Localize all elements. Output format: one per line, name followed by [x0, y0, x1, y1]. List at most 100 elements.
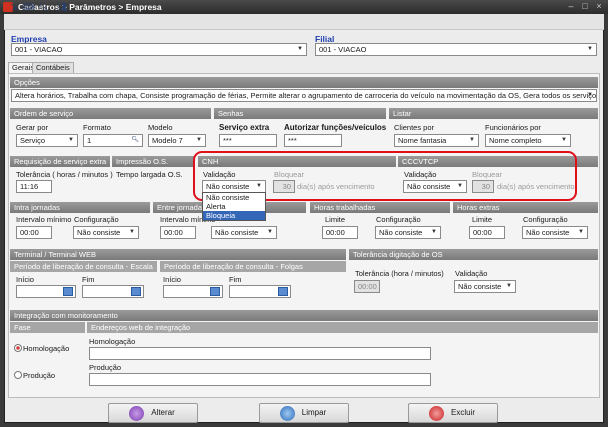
maximize-icon[interactable]: □ — [580, 2, 590, 11]
gerar-select[interactable]: Serviço ▼ — [16, 134, 78, 147]
chevron-down-icon: ▼ — [587, 92, 593, 98]
chevron-down-icon: ▼ — [431, 229, 437, 235]
horas-extras-limite-field[interactable]: 00:00 — [469, 226, 505, 239]
empresa-select[interactable]: 001 - VIACAO ▼ — [11, 43, 307, 56]
chevron-down-icon: ▼ — [587, 46, 593, 52]
intra-intervalo-label: Intervalo mínimo — [16, 215, 72, 224]
clientes-label: Clientes por — [394, 123, 435, 132]
fase-header: Fase — [10, 322, 85, 333]
minimize-icon[interactable]: – — [566, 2, 576, 11]
listar-header: Listar — [389, 108, 598, 119]
opcoes-header: Opções — [10, 77, 598, 88]
modelo-select[interactable]: Modelo 7 ▼ — [148, 134, 206, 147]
gerar-label: Gerar por — [16, 123, 49, 132]
opcoes-select[interactable]: Altera horários, Trabalha com chapa, Con… — [11, 89, 597, 102]
escala-fim-label: Fim — [82, 275, 95, 284]
requisicao-header: Requisição de serviço extra — [10, 156, 110, 167]
folgas-header: Período de liberação de consulta - Folga… — [160, 261, 346, 272]
producao-url-field[interactable] — [89, 373, 431, 386]
servico-extra-password[interactable]: *** — [219, 134, 277, 147]
tempo-largada-label: Tempo largada O.S. — [116, 170, 183, 179]
impressao-header: Impressão O.S. — [112, 156, 194, 167]
escala-inicio-field[interactable] — [16, 285, 76, 298]
horas-extras-config-label: Configuração — [523, 215, 568, 224]
funcionarios-select[interactable]: Nome completo ▼ — [485, 134, 571, 147]
chevron-down-icon: ▼ — [561, 137, 567, 143]
close-icon[interactable]: × — [594, 2, 604, 11]
tol-os-validacao-select[interactable]: Não consiste ▼ — [454, 280, 516, 293]
funcionarios-label: Funcionários por — [485, 123, 541, 132]
horas-trab-header: Horas trabalhadas — [310, 202, 450, 213]
modelo-label: Modelo — [148, 123, 173, 132]
filial-select[interactable]: 001 - VIACAO ▼ — [315, 43, 597, 56]
intra-config-label: Configuração — [74, 215, 119, 224]
senhas-header: Senhas — [214, 108, 386, 119]
dropdown-option-bloqueia[interactable]: Bloqueia — [203, 211, 265, 220]
tolerancia-label: Tolerância ( horas / minutos ) — [16, 170, 113, 179]
horas-extras-header: Horas extras — [453, 202, 598, 213]
calendar-icon — [210, 287, 220, 296]
homologacao-url-field[interactable] — [89, 347, 431, 360]
folgas-fim-field[interactable] — [229, 285, 291, 298]
tol-os-label: Tolerância (hora / minutos) — [355, 269, 444, 278]
calendar-icon — [131, 287, 141, 296]
save-exit-icon[interactable]: ⇲ — [8, 2, 20, 13]
chevron-down-icon: ▼ — [578, 229, 584, 235]
folgas-fim-label: Fim — [229, 275, 242, 284]
horas-trab-config-select[interactable]: Não consiste ▼ — [375, 226, 441, 239]
entre-config-select[interactable]: Não consiste ▼ — [211, 226, 277, 239]
formato-field[interactable]: 1 🔍︎ — [83, 134, 143, 147]
escala-inicio-label: Início — [16, 275, 34, 284]
tol-os-field[interactable]: 00:00 — [354, 280, 380, 293]
chevron-down-icon: ▼ — [68, 137, 74, 143]
limpar-button[interactable]: Limpar — [259, 403, 349, 423]
enderecos-header: Endereços web de integração — [87, 322, 598, 333]
window-title-bar: Cadastros > Parâmetros > Empresa — [0, 0, 608, 14]
toolbar — [4, 14, 604, 30]
autorizar-label: Autorizar funções/veículos — [284, 123, 387, 132]
cnh-validacao-dropdown: Não consiste Alerta Bloqueia — [202, 192, 266, 221]
autorizar-password[interactable]: *** — [284, 134, 342, 147]
chevron-down-icon: ▼ — [267, 229, 273, 235]
chevron-down-icon: ▼ — [469, 137, 475, 143]
search-icon[interactable]: 🔍︎ — [38, 2, 50, 13]
formato-label: Formato — [83, 123, 111, 132]
chevron-down-icon: ▼ — [506, 283, 512, 289]
keyboard-icon[interactable]: ⌨ — [22, 2, 35, 13]
alterar-button[interactable]: Alterar — [108, 403, 198, 423]
dropdown-option-alerta[interactable]: Alerta — [203, 202, 265, 211]
horas-extras-config-select[interactable]: Não consiste ▼ — [522, 226, 588, 239]
ordem-header: Ordem de serviço — [10, 108, 211, 119]
producao-url-label: Produção — [89, 363, 122, 372]
intra-header: Intra jornadas — [10, 202, 150, 213]
tolerancia-field[interactable]: 11:16 — [16, 180, 52, 193]
escala-fim-field[interactable] — [82, 285, 144, 298]
tab-contabeis[interactable]: Contábeis — [32, 62, 74, 73]
terminal-header: Terminal / Terminal WEB — [10, 249, 346, 260]
entre-intervalo-field[interactable]: 00:00 — [160, 226, 196, 239]
horas-trab-config-label: Configuração — [376, 215, 421, 224]
horas-trab-limite-field[interactable]: 00:00 — [322, 226, 358, 239]
dropdown-option-nao-consiste[interactable]: Não consiste — [203, 193, 265, 202]
clientes-select[interactable]: Nome fantasia ▼ — [394, 134, 479, 147]
servico-extra-label: Serviço extra — [219, 123, 270, 132]
homologacao-radio[interactable] — [14, 344, 22, 352]
excluir-button[interactable]: Excluir — [408, 403, 498, 423]
producao-radio-label: Produção — [23, 371, 56, 380]
tol-os-validacao-label: Validação — [455, 269, 488, 278]
intra-intervalo-field[interactable]: 00:00 — [16, 226, 52, 239]
folgas-inicio-field[interactable] — [163, 285, 223, 298]
escala-header: Período de liberação de consulta - Escal… — [10, 261, 157, 272]
horas-extras-limite-label: Limite — [472, 215, 493, 224]
tol-os-header: Tolerância digitação de OS — [349, 249, 598, 260]
users-icon[interactable]: 👥︎ — [56, 2, 68, 13]
integracao-header: Integração com monitoramento — [10, 310, 598, 321]
homologacao-url-label: Homologação — [89, 337, 136, 346]
clear-icon — [280, 406, 295, 421]
chevron-down-icon: ▼ — [297, 46, 303, 52]
calendar-icon — [63, 287, 73, 296]
producao-radio[interactable] — [14, 371, 22, 379]
homologacao-radio-label: Homologação — [23, 344, 70, 353]
horas-trab-limite-label: Limite — [325, 215, 346, 224]
intra-config-select[interactable]: Não consiste ▼ — [73, 226, 139, 239]
